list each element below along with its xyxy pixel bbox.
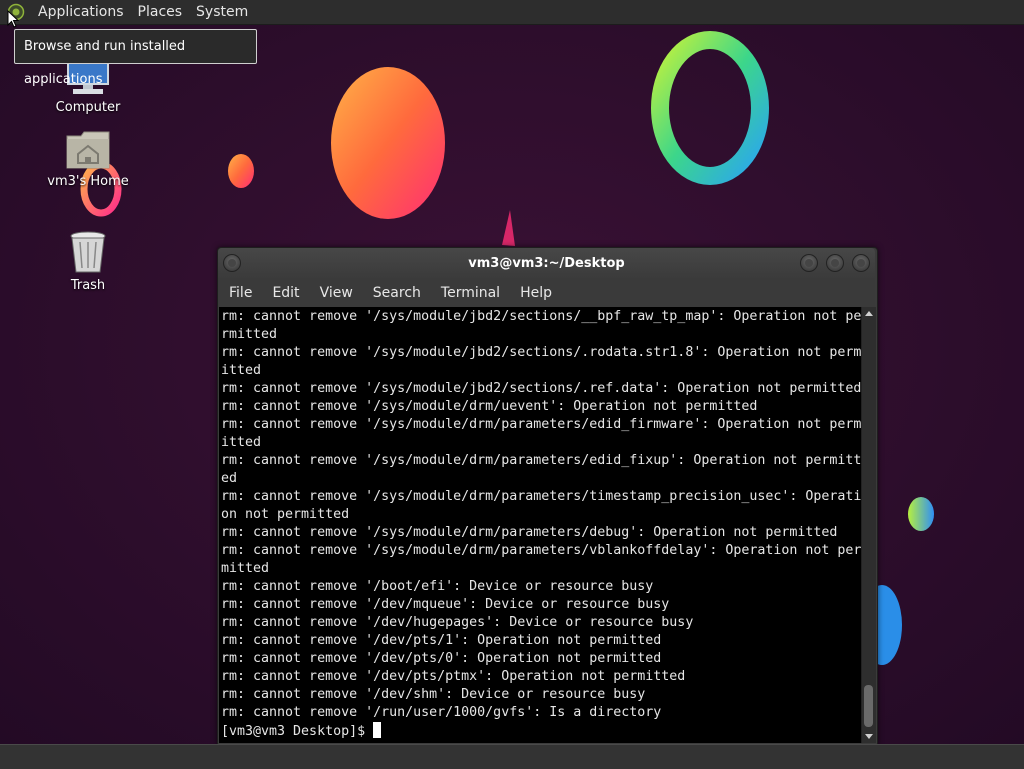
terminal-line: rm: cannot remove '/sys/module/drm/param… xyxy=(221,489,861,504)
terminal-line: ed xyxy=(221,471,238,486)
terminal-line: rm: cannot remove '/sys/module/drm/ueven… xyxy=(221,399,758,414)
menu-terminal[interactable]: Terminal xyxy=(431,280,510,307)
bottom-panel xyxy=(0,744,1024,769)
terminal-window: vm3@vm3:~/Desktop File Edit View Search … xyxy=(217,247,878,745)
terminal-line: rm: cannot remove '/sys/module/drm/param… xyxy=(221,525,838,540)
terminal-line: itted xyxy=(221,435,262,450)
computer-label: Computer xyxy=(55,100,121,115)
trash-label: Trash xyxy=(70,278,106,293)
terminal-line: rm: cannot remove '/dev/mqueue': Device … xyxy=(221,597,670,612)
terminal-menubar: File Edit View Search Terminal Help xyxy=(218,280,875,307)
menu-edit[interactable]: Edit xyxy=(262,280,309,307)
terminal-line: rm: cannot remove '/sys/module/drm/param… xyxy=(221,543,861,558)
terminal-scrollbar[interactable] xyxy=(861,307,876,743)
maximize-button[interactable] xyxy=(826,254,844,272)
terminal-line: mitted xyxy=(221,561,270,576)
applications-tooltip: Browse and run installed applications xyxy=(14,29,257,87)
terminal-output[interactable]: rm: cannot remove '/sys/module/jbd2/sect… xyxy=(219,307,861,743)
terminal-line: rm: cannot remove '/run/user/1000/gvfs':… xyxy=(221,705,662,720)
home-folder-icon xyxy=(66,131,110,169)
scrollbar-thumb[interactable] xyxy=(864,685,873,727)
terminal-line: rm: cannot remove '/sys/module/jbd2/sect… xyxy=(221,345,861,360)
terminal-line: rm: cannot remove '/boot/efi': Device or… xyxy=(221,579,654,594)
scroll-up-arrow-icon[interactable] xyxy=(865,311,873,316)
terminal-line: rm: cannot remove '/sys/module/jbd2/sect… xyxy=(221,381,861,396)
terminal-line: rm: cannot remove '/dev/hugepages': Devi… xyxy=(221,615,694,630)
top-panel: Applications Places System xyxy=(0,0,1024,25)
terminal-line: rm: cannot remove '/dev/shm': Device or … xyxy=(221,687,646,702)
terminal-line: rm: cannot remove '/dev/pts/ptmx': Opera… xyxy=(221,669,686,684)
terminal-line: rm: cannot remove '/dev/pts/0': Operatio… xyxy=(221,651,662,666)
desktop-icon-home[interactable]: vm3's Home xyxy=(33,130,143,189)
home-label: vm3's Home xyxy=(47,174,129,189)
menu-file[interactable]: File xyxy=(218,280,262,307)
terminal-line: rm: cannot remove '/sys/module/drm/param… xyxy=(221,453,861,468)
terminal-line: rmitted xyxy=(221,327,278,342)
trash-icon xyxy=(70,231,106,273)
mouse-pointer-icon xyxy=(7,10,19,28)
terminal-titlebar[interactable]: vm3@vm3:~/Desktop xyxy=(218,248,875,280)
terminal-line: on not permitted xyxy=(221,507,350,522)
terminal-line: rm: cannot remove '/sys/module/jbd2/sect… xyxy=(221,309,861,324)
terminal-line: rm: cannot remove '/sys/module/drm/param… xyxy=(221,417,861,432)
terminal-line: itted xyxy=(221,363,262,378)
menu-view[interactable]: View xyxy=(310,280,363,307)
scroll-down-arrow-icon[interactable] xyxy=(865,734,873,739)
terminal-prompt-line[interactable]: [vm3@vm3 Desktop]$ xyxy=(221,722,861,741)
places-menu[interactable]: Places xyxy=(131,0,190,24)
menu-search[interactable]: Search xyxy=(363,280,431,307)
terminal-lines: rm: cannot remove '/sys/module/jbd2/sect… xyxy=(219,307,861,741)
applications-menu[interactable]: Applications xyxy=(31,0,131,24)
desktop-icon-trash[interactable]: Trash xyxy=(33,230,143,293)
text-cursor xyxy=(373,722,382,738)
terminal-line: rm: cannot remove '/dev/pts/1': Operatio… xyxy=(221,633,662,648)
system-menu[interactable]: System xyxy=(189,0,255,24)
terminal-title: vm3@vm3:~/Desktop xyxy=(468,256,625,271)
terminal-prompt: [vm3@vm3 Desktop]$ xyxy=(221,724,374,739)
close-button[interactable] xyxy=(852,254,870,272)
menu-help[interactable]: Help xyxy=(510,280,562,307)
minimize-button[interactable] xyxy=(800,254,818,272)
